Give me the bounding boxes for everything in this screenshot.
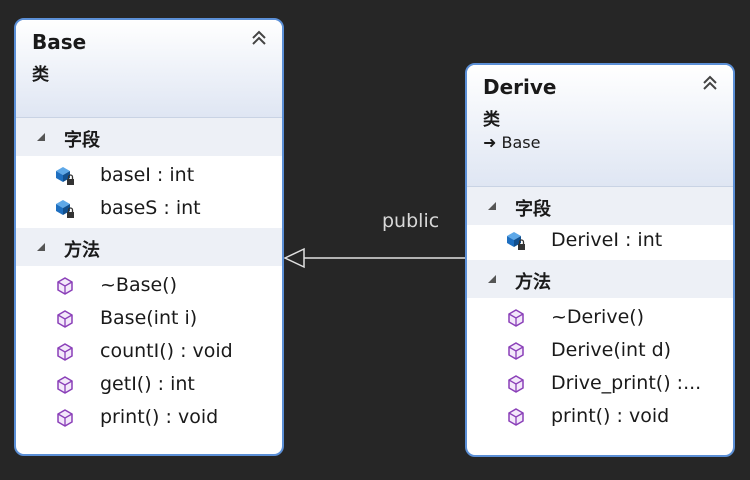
field-row[interactable]: DeriveI : int — [467, 225, 733, 258]
method-cube-icon — [508, 408, 524, 426]
method-row[interactable]: print() : void — [16, 402, 282, 435]
method-label: getI() : int — [100, 373, 195, 395]
field-lock-icon — [56, 167, 74, 185]
class-name: Base — [32, 30, 87, 54]
method-cube-icon — [508, 309, 524, 327]
class-header-base: Base 类 — [16, 20, 282, 118]
collapse-icon[interactable] — [701, 73, 719, 93]
method-label: ~Base() — [100, 274, 178, 296]
section-header-fields[interactable]: 字段 — [467, 187, 733, 225]
expanded-triangle-icon — [488, 275, 496, 283]
relationship-label: public — [382, 210, 440, 232]
section-header-methods[interactable]: 方法 — [467, 260, 733, 298]
section-header-fields[interactable]: 字段 — [16, 118, 282, 156]
method-row[interactable]: print() : void — [467, 401, 733, 434]
class-box-derive[interactable]: Derive 类 ➜ Base 字段 DeriveI : int 方法 ~Der… — [465, 63, 735, 457]
method-label: print() : void — [100, 406, 219, 428]
field-lock-icon — [56, 200, 74, 218]
section-label: 方法 — [515, 272, 551, 293]
method-label: print() : void — [551, 405, 670, 427]
base-class-name: Base — [501, 133, 541, 152]
class-box-base[interactable]: Base 类 字段 baseI : int baseS : int 方法 ~Ba… — [14, 18, 284, 456]
method-label: Derive(int d) — [551, 339, 672, 361]
section-label: 方法 — [64, 240, 100, 261]
field-row[interactable]: baseI : int — [16, 160, 282, 193]
field-label: DeriveI : int — [551, 229, 663, 251]
method-cube-icon — [57, 376, 73, 394]
method-label: Base(int i) — [100, 307, 198, 329]
method-row[interactable]: Derive(int d) — [467, 335, 733, 368]
method-cube-icon — [57, 277, 73, 295]
class-kind: 类 — [32, 65, 49, 85]
method-cube-icon — [508, 342, 524, 360]
method-cube-icon — [57, 310, 73, 328]
field-row[interactable]: baseS : int — [16, 193, 282, 226]
inheritance-arrowhead-icon — [283, 247, 305, 269]
section-header-methods[interactable]: 方法 — [16, 228, 282, 266]
field-lock-icon — [507, 232, 525, 250]
method-row[interactable]: ~Base() — [16, 270, 282, 303]
method-row[interactable]: countI() : void — [16, 336, 282, 369]
expanded-triangle-icon — [37, 243, 45, 251]
method-cube-icon — [57, 409, 73, 427]
collapse-icon[interactable] — [250, 28, 268, 48]
class-kind: 类 — [483, 110, 500, 130]
section-label: 字段 — [515, 199, 551, 220]
inherits-from: ➜ Base — [483, 133, 540, 152]
expanded-triangle-icon — [37, 133, 45, 141]
method-cube-icon — [57, 343, 73, 361]
method-label: countI() : void — [100, 340, 233, 362]
method-cube-icon — [508, 375, 524, 393]
class-name: Derive — [483, 75, 557, 99]
method-row[interactable]: Base(int i) — [16, 303, 282, 336]
method-row[interactable]: getI() : int — [16, 369, 282, 402]
method-row[interactable]: Drive_print() :... — [467, 368, 733, 401]
section-label: 字段 — [64, 130, 100, 151]
method-label: ~Derive() — [551, 306, 645, 328]
inherits-arrow-icon: ➜ — [483, 133, 497, 152]
method-row[interactable]: ~Derive() — [467, 302, 733, 335]
field-label: baseS : int — [100, 197, 201, 219]
field-label: baseI : int — [100, 164, 195, 186]
method-label: Drive_print() :... — [551, 372, 702, 394]
expanded-triangle-icon — [488, 202, 496, 210]
class-header-derive: Derive 类 ➜ Base — [467, 65, 733, 187]
